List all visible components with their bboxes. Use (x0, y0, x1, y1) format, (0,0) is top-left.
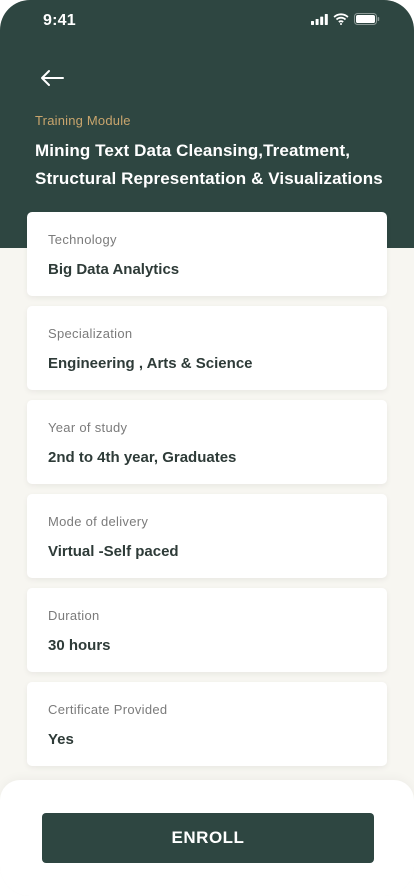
module-title: Mining Text Data Cleansing,Treatment, St… (35, 141, 383, 188)
status-bar: 9:41 (0, 0, 414, 44)
detail-card-specialization: Specialization Engineering , Arts & Scie… (27, 306, 387, 390)
detail-label: Certificate Provided (48, 702, 168, 717)
detail-card-mode-of-delivery: Mode of delivery Virtual -Self paced (27, 494, 387, 578)
detail-card-certificate: Certificate Provided Yes (27, 682, 387, 766)
detail-label: Technology (48, 232, 117, 247)
arrow-left-icon (39, 69, 65, 92)
enroll-button[interactable]: ENROLL (42, 813, 374, 863)
detail-label: Mode of delivery (48, 514, 149, 529)
detail-label: Duration (48, 608, 100, 623)
detail-value: 2nd to 4th year, Graduates (48, 449, 237, 466)
battery-icon (354, 12, 380, 30)
detail-value: Virtual -Self paced (48, 543, 179, 560)
detail-label: Specialization (48, 326, 133, 341)
detail-card-duration: Duration 30 hours (27, 588, 387, 672)
footer-bar: ENROLL (0, 780, 414, 896)
detail-value: Engineering , Arts & Science (48, 355, 253, 372)
status-time: 9:41 (43, 12, 76, 29)
detail-value: 30 hours (48, 637, 111, 654)
detail-value: Big Data Analytics (48, 261, 180, 278)
detail-card-technology: Technology Big Data Analytics (27, 212, 387, 296)
signal-icon (311, 12, 328, 30)
detail-label: Year of study (48, 420, 128, 435)
detail-card-year-of-study: Year of study 2nd to 4th year, Graduates (27, 400, 387, 484)
phone-screen: 9:41 Training Module Mining Text Data Cl… (0, 0, 414, 896)
status-icons (311, 12, 380, 30)
back-button[interactable] (36, 66, 68, 94)
wifi-icon (333, 12, 349, 30)
module-label: Training Module (35, 113, 131, 128)
detail-value: Yes (48, 731, 74, 748)
